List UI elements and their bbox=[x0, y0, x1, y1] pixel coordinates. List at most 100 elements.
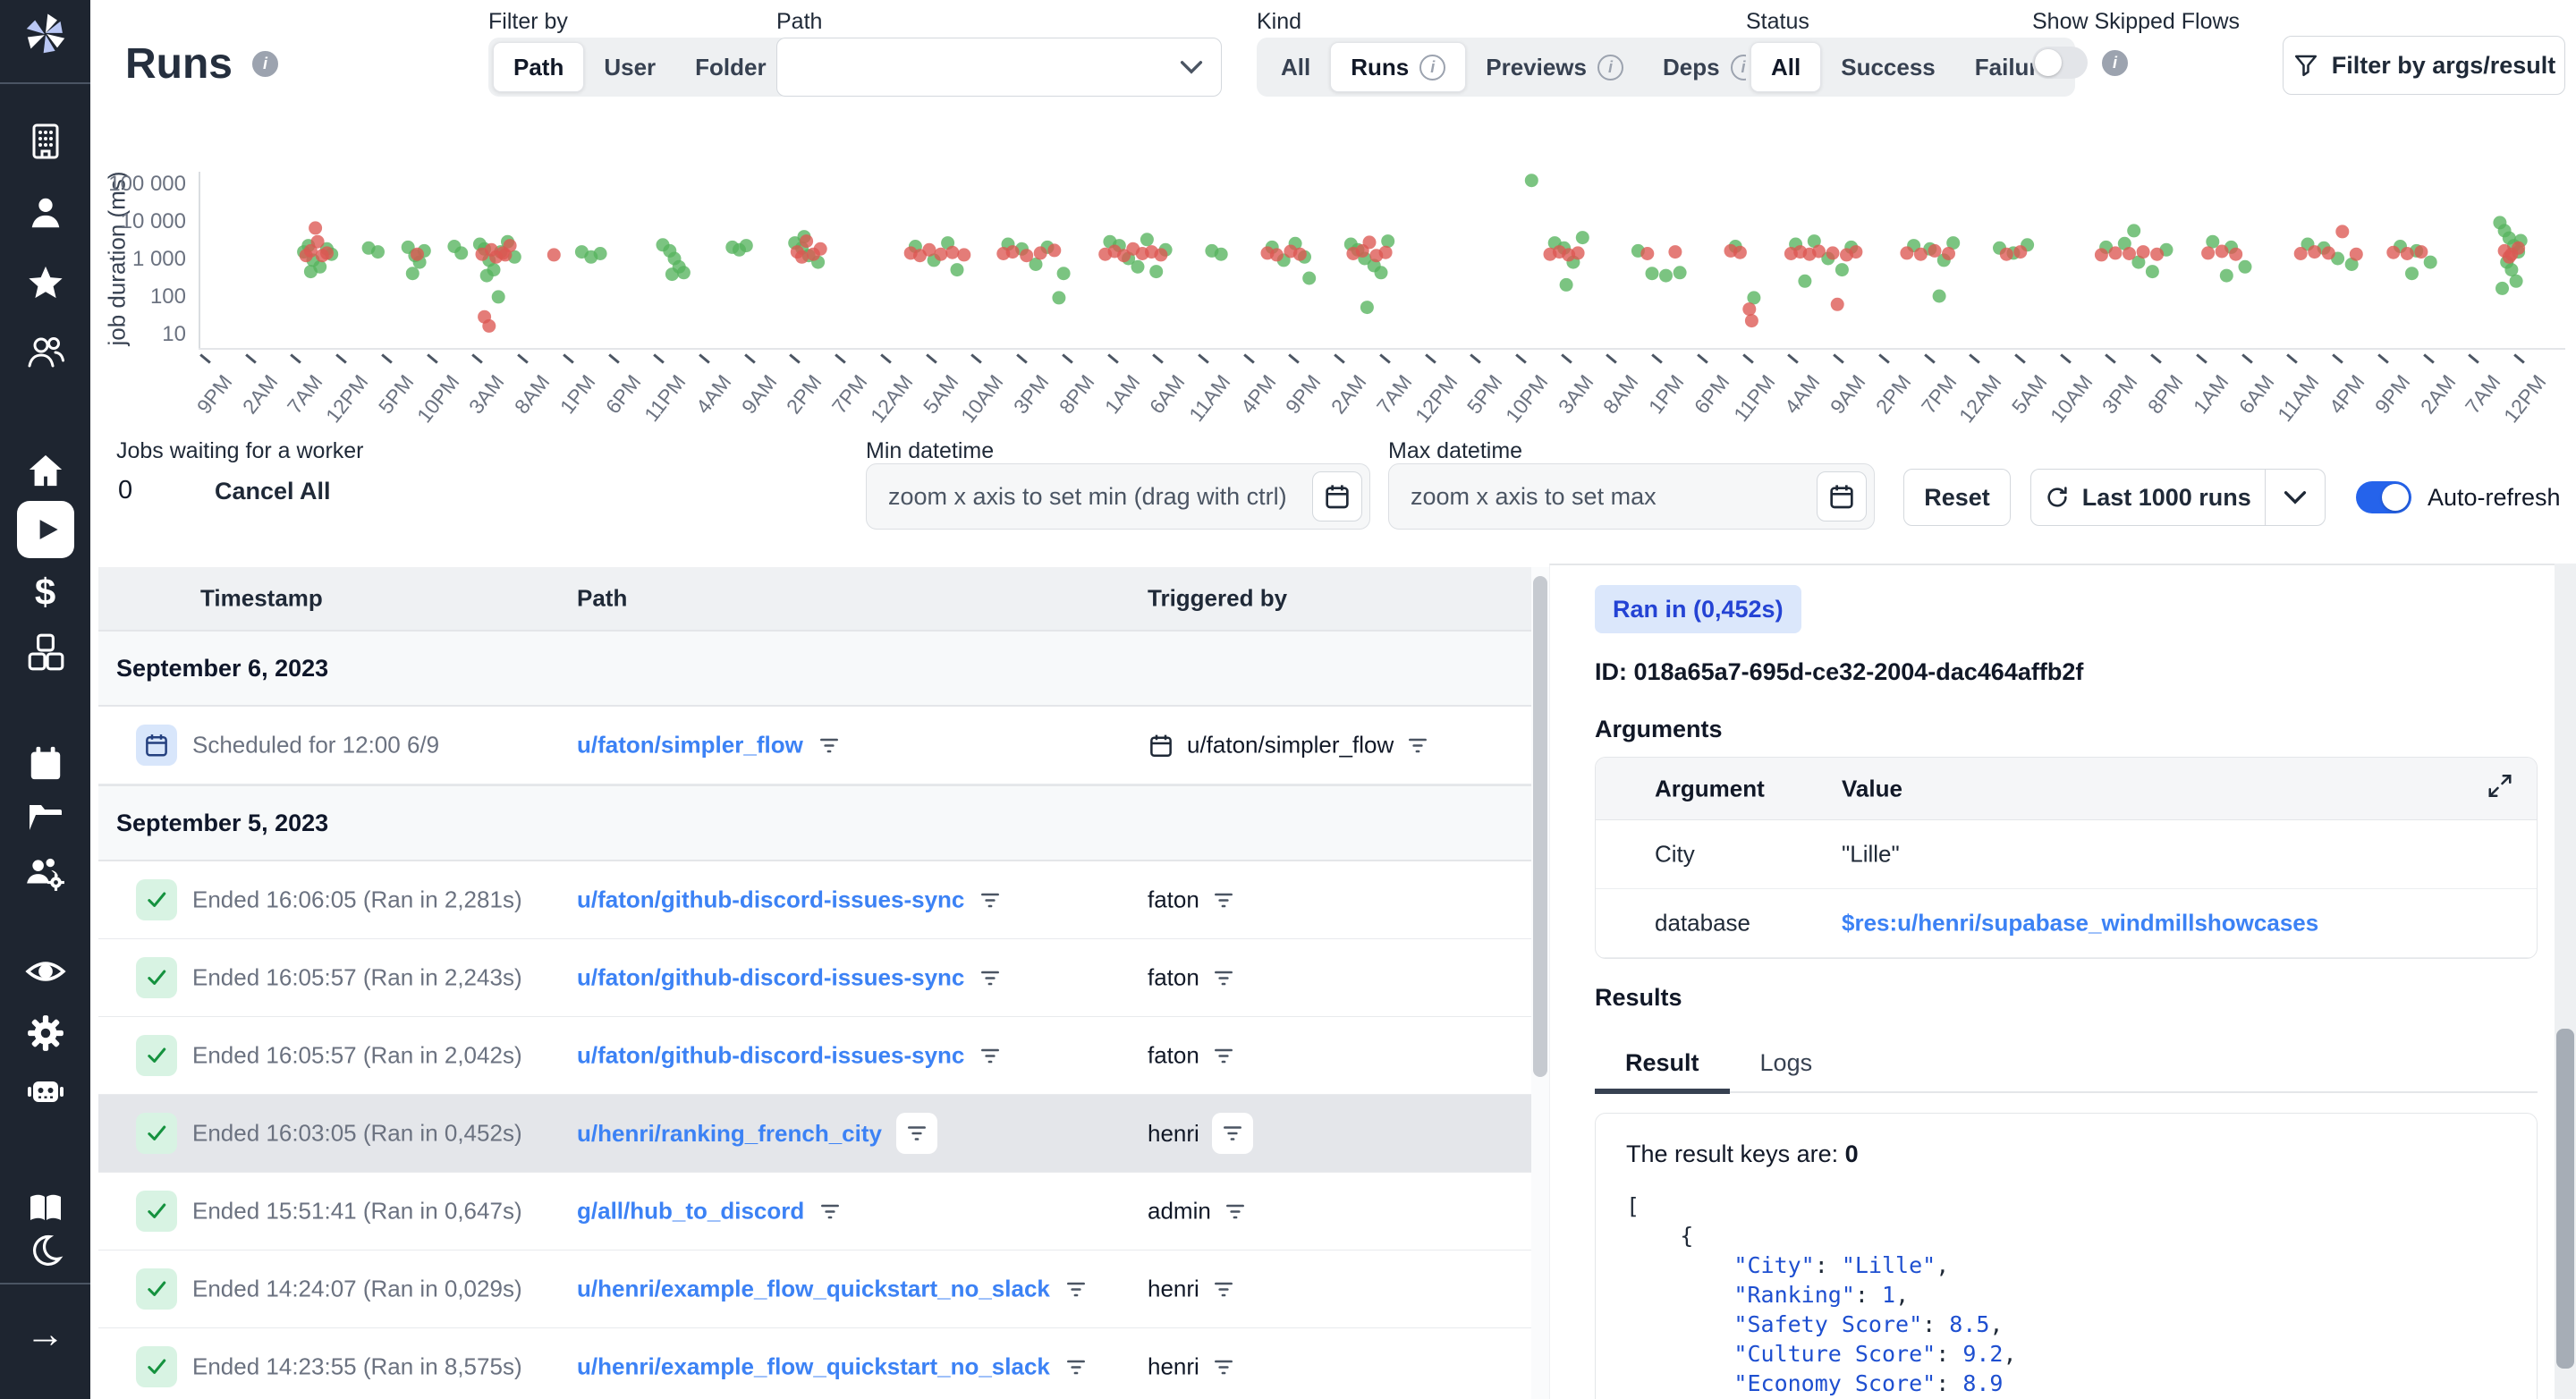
run-path-link[interactable]: u/faton/github-discord-issues-sync bbox=[577, 886, 964, 914]
job-dot-failure[interactable] bbox=[2013, 245, 2027, 259]
run-row-selected[interactable]: Ended 16:03:05 (Ran in 0,452s)u/henri/ra… bbox=[98, 1095, 1531, 1173]
job-dot-failure[interactable] bbox=[2386, 246, 2400, 259]
filter-by-path-button[interactable] bbox=[1064, 1277, 1088, 1301]
job-dot-success[interactable] bbox=[951, 263, 964, 276]
job-dot-success[interactable] bbox=[1576, 231, 1589, 244]
job-dot-success[interactable] bbox=[740, 239, 753, 252]
job-dot-failure[interactable] bbox=[1640, 247, 1654, 260]
job-dot-success[interactable] bbox=[1835, 263, 1849, 276]
job-dot-failure[interactable] bbox=[1270, 248, 1284, 261]
job-dot-failure[interactable] bbox=[1379, 246, 1393, 259]
filter-by-user-button[interactable] bbox=[1212, 1277, 1235, 1301]
job-dot-failure[interactable] bbox=[2322, 246, 2335, 259]
job-dot-success[interactable] bbox=[1215, 248, 1228, 261]
schedules-calendar-icon[interactable] bbox=[22, 744, 69, 784]
cancel-all-button[interactable]: Cancel All bbox=[215, 478, 331, 505]
job-dot-failure[interactable] bbox=[800, 234, 813, 248]
settings-gear-icon[interactable] bbox=[22, 1013, 69, 1054]
skipped-flows-toggle[interactable] bbox=[2032, 47, 2088, 79]
job-dot-failure[interactable] bbox=[1363, 235, 1377, 249]
job-dot-failure[interactable] bbox=[2000, 248, 2013, 261]
favorites-star-icon[interactable] bbox=[22, 265, 69, 301]
job-dot-success[interactable] bbox=[406, 267, 419, 280]
job-dot-success[interactable] bbox=[1149, 265, 1163, 278]
users-group-icon[interactable] bbox=[22, 333, 69, 372]
tab-logs[interactable]: Logs bbox=[1730, 1034, 1843, 1091]
runs-info-icon[interactable]: i bbox=[252, 51, 278, 77]
job-dot-failure[interactable] bbox=[547, 248, 561, 261]
resources-cubes-icon[interactable] bbox=[22, 632, 69, 673]
job-dot-success[interactable] bbox=[1933, 290, 1946, 303]
filter-by-user-button[interactable] bbox=[1406, 733, 1429, 757]
refresh-options-dropdown-button[interactable] bbox=[2266, 470, 2325, 525]
job-dot-failure[interactable] bbox=[2335, 225, 2349, 238]
job-dot-success[interactable] bbox=[487, 263, 501, 276]
filter-by-path[interactable]: Path bbox=[493, 42, 584, 92]
job-dot-failure[interactable] bbox=[320, 246, 334, 259]
auto-refresh-toggle[interactable] bbox=[2356, 481, 2411, 513]
run-path-link[interactable]: u/faton/github-discord-issues-sync bbox=[577, 964, 964, 992]
refresh-runs-button[interactable]: Last 1000 runs bbox=[2031, 470, 2265, 525]
job-dot-failure[interactable] bbox=[2095, 248, 2108, 261]
run-row[interactable]: Ended 14:24:07 (Ran in 0,029s)u/henri/ex… bbox=[98, 1251, 1531, 1328]
filter-by-user-button[interactable] bbox=[1212, 1113, 1253, 1154]
filter-args-button[interactable]: Filter by args/result bbox=[2283, 36, 2565, 95]
job-dot-success[interactable] bbox=[2510, 275, 2523, 288]
job-dot-failure[interactable] bbox=[1006, 245, 1020, 259]
job-dot-failure[interactable] bbox=[411, 248, 424, 261]
job-dot-success[interactable] bbox=[2220, 269, 2233, 283]
scatter-plot[interactable] bbox=[199, 172, 2565, 349]
job-dot-success[interactable] bbox=[1131, 260, 1145, 274]
job-dot-success[interactable] bbox=[2127, 224, 2140, 237]
filter-by-path-button[interactable] bbox=[979, 966, 1002, 989]
run-path-link[interactable]: u/henri/example_flow_quickstart_no_slack bbox=[577, 1353, 1050, 1381]
kind-runs[interactable]: Runsi bbox=[1330, 42, 1466, 92]
run-path-link[interactable]: u/faton/simpler_flow bbox=[577, 732, 803, 759]
job-dot-failure[interactable] bbox=[1293, 248, 1307, 261]
tab-result[interactable]: Result bbox=[1595, 1037, 1730, 1094]
filter-by-path-button[interactable] bbox=[979, 1044, 1002, 1067]
job-dot-failure[interactable] bbox=[1572, 246, 1585, 259]
filter-by-path-button[interactable] bbox=[896, 1113, 937, 1154]
job-dot-failure[interactable] bbox=[1733, 246, 1747, 259]
job-dot-success[interactable] bbox=[1674, 266, 1687, 279]
job-dot-failure[interactable] bbox=[922, 243, 936, 257]
job-dot-failure[interactable] bbox=[2512, 242, 2525, 255]
job-dot-success[interactable] bbox=[492, 290, 505, 303]
job-dot-success[interactable] bbox=[1659, 269, 1673, 283]
job-dot-failure[interactable] bbox=[2216, 245, 2229, 259]
job-dot-success[interactable] bbox=[1375, 266, 1388, 279]
job-dot-failure[interactable] bbox=[1826, 246, 1840, 259]
job-dot-failure[interactable] bbox=[934, 248, 947, 261]
filter-by-user-button[interactable] bbox=[1212, 1355, 1235, 1378]
job-dot-success[interactable] bbox=[677, 266, 691, 279]
status-success[interactable]: Success bbox=[1821, 42, 1955, 92]
job-dot-success[interactable] bbox=[1057, 267, 1071, 280]
job-dot-failure[interactable] bbox=[2229, 248, 2242, 261]
job-dot-failure[interactable] bbox=[2401, 247, 2414, 260]
panel-scrollbar[interactable] bbox=[2555, 564, 2576, 1399]
run-path-link[interactable]: u/henri/ranking_french_city bbox=[577, 1120, 882, 1148]
filter-by-path-button[interactable] bbox=[1064, 1355, 1088, 1378]
home-icon[interactable] bbox=[22, 451, 69, 490]
job-dot-success[interactable] bbox=[2424, 256, 2437, 269]
job-dot-failure[interactable] bbox=[1831, 298, 1844, 311]
job-dot-success[interactable] bbox=[1360, 301, 1374, 314]
audit-eye-icon[interactable] bbox=[22, 954, 69, 989]
job-dot-failure[interactable] bbox=[1020, 249, 1033, 262]
run-path-link[interactable]: u/faton/github-discord-issues-sync bbox=[577, 1042, 964, 1070]
job-dot-failure[interactable] bbox=[482, 319, 496, 333]
filter-by-user[interactable]: User bbox=[584, 42, 675, 92]
job-dot-success[interactable] bbox=[2405, 267, 2419, 280]
job-dot-failure[interactable] bbox=[1742, 302, 1756, 316]
run-row[interactable]: Ended 15:51:41 (Ran in 0,647s)g/all/hub_… bbox=[98, 1173, 1531, 1251]
max-datetime-input[interactable] bbox=[1389, 483, 1817, 511]
job-dot-failure[interactable] bbox=[2201, 246, 2215, 259]
job-dot-failure[interactable] bbox=[1154, 248, 1167, 261]
job-dot-failure[interactable] bbox=[2137, 245, 2150, 259]
filter-by-path-button[interactable] bbox=[818, 1200, 842, 1223]
job-dot-failure[interactable] bbox=[795, 250, 809, 264]
path-filter-select[interactable] bbox=[776, 38, 1222, 97]
job-dot-failure[interactable] bbox=[2414, 245, 2428, 259]
job-dot-failure[interactable] bbox=[1914, 248, 1928, 261]
